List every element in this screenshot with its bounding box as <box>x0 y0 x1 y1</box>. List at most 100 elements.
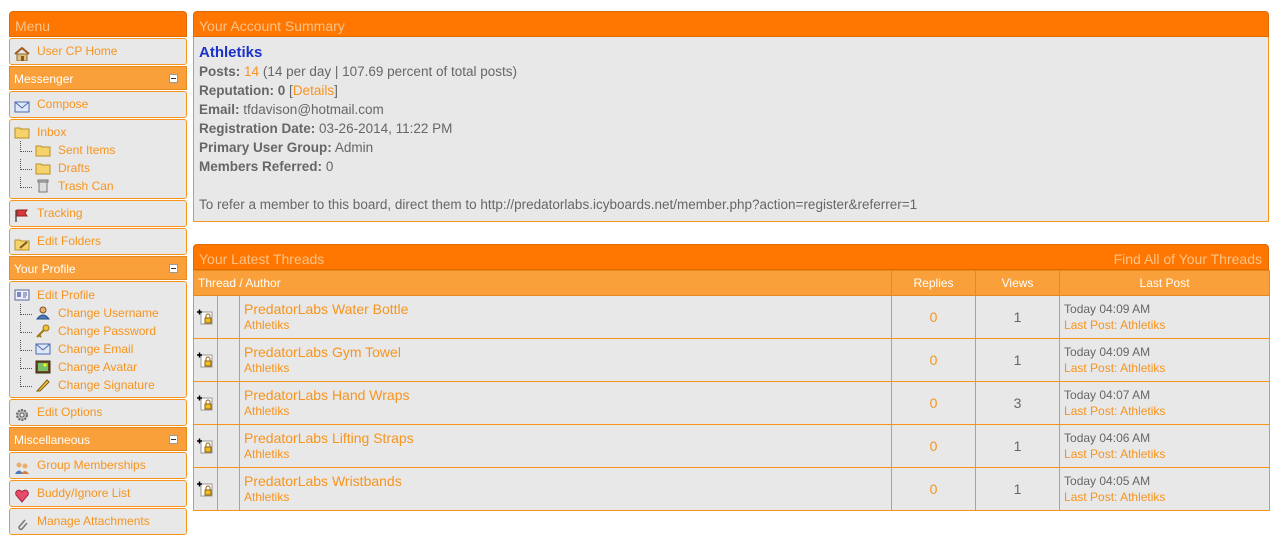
sidebar-item-label[interactable]: Change Email <box>58 340 133 358</box>
thread-author-link[interactable]: Athletiks <box>244 446 890 462</box>
posts-detail: (14 per day | 107.69 percent of total po… <box>262 64 517 79</box>
last-post-link[interactable]: Last Post: Athletiks <box>1064 489 1268 505</box>
thread-title-link[interactable]: PredatorLabs Wristbands <box>244 473 890 489</box>
bracket: ] <box>334 83 338 98</box>
replies-count[interactable]: 0 <box>930 481 938 497</box>
sidebar-item-label[interactable]: Change Avatar <box>58 358 137 376</box>
sidebar-item-tracking[interactable]: Tracking <box>9 200 187 227</box>
find-all-threads-link[interactable]: Find All of Your Threads <box>1114 245 1262 269</box>
locked-thread-icon <box>197 438 213 454</box>
col-last-post[interactable]: Last Post <box>1059 270 1271 296</box>
sidebar-item-change-signature[interactable]: Change Signature <box>10 375 186 394</box>
sidebar-item-label[interactable]: Buddy/Ignore List <box>37 481 130 506</box>
col-thread-author[interactable]: Thread / Author <box>192 270 893 296</box>
sidebar-item-label[interactable]: Inbox <box>37 123 66 141</box>
thread-author-link[interactable]: Athletiks <box>244 403 890 419</box>
last-post-link[interactable]: Last Post: Athletiks <box>1064 403 1268 419</box>
sidebar-item-home[interactable]: User CP Home <box>9 38 187 65</box>
sidebar-item-label[interactable]: Change Signature <box>58 376 155 394</box>
collapse-icon[interactable] <box>169 264 178 273</box>
home-icon <box>14 45 30 61</box>
referred-label: Members Referred: <box>199 159 323 174</box>
sidebar-item-drafts[interactable]: Drafts <box>10 158 186 177</box>
envelope-icon <box>35 342 51 356</box>
sidebar-item-label[interactable]: Manage Attachments <box>37 509 150 534</box>
group-label: Primary User Group: <box>199 140 332 155</box>
sidebar-item-change-password[interactable]: Change Password <box>10 321 186 340</box>
sidebar-item-edit-options[interactable]: Edit Options <box>9 399 187 426</box>
thread-title-link[interactable]: PredatorLabs Water Bottle <box>244 301 890 317</box>
sidebar-item-label[interactable]: Drafts <box>58 159 90 177</box>
last-post-time: Today 04:05 AM <box>1064 474 1151 488</box>
sidebar-item-edit-profile[interactable]: Edit Profile <box>10 286 186 304</box>
sidebar-item-label[interactable]: Sent Items <box>58 141 115 159</box>
sidebar-item-label[interactable]: Group Memberships <box>37 453 146 478</box>
sidebar-item-label[interactable]: Edit Profile <box>37 286 95 304</box>
flag-icon <box>14 207 30 222</box>
thread-author-link[interactable]: Athletiks <box>244 489 890 505</box>
sidebar-item-inbox[interactable]: Inbox <box>10 123 186 141</box>
collapse-icon[interactable] <box>169 435 178 444</box>
thread-author-link[interactable]: Athletiks <box>244 317 890 333</box>
trash-icon <box>35 179 51 193</box>
latest-threads-panel: Your Latest Threads Find All of Your Thr… <box>192 244 1271 511</box>
referral-text: To refer a member to this board, direct … <box>199 197 918 212</box>
sidebar-item-change-email[interactable]: Change Email <box>10 339 186 358</box>
sidebar-item-label[interactable]: Edit Options <box>37 400 102 425</box>
user-icon <box>35 306 51 320</box>
sidebar-item-label[interactable]: User CP Home <box>37 39 117 64</box>
account-summary-panel: Your Account Summary Athletiks Posts: 14… <box>193 11 1269 222</box>
col-views[interactable]: Views <box>975 270 1061 296</box>
sidebar-item-edit-folders[interactable]: Edit Folders <box>9 228 187 255</box>
threads-table: Thread / Author Replies Views Last Post … <box>192 270 1271 511</box>
last-post-link[interactable]: Last Post: Athletiks <box>1064 360 1268 376</box>
replies-count[interactable]: 0 <box>930 309 938 325</box>
menu-title: Menu <box>9 11 187 37</box>
thread-title-link[interactable]: PredatorLabs Hand Wraps <box>244 387 890 403</box>
sidebar-item-change-avatar[interactable]: Change Avatar <box>10 357 186 376</box>
sidebar-item-compose[interactable]: Compose <box>9 91 187 118</box>
group-row: Primary User Group: Admin <box>199 138 1263 157</box>
tree-connector <box>20 140 32 152</box>
last-post-link[interactable]: Last Post: Athletiks <box>1064 446 1268 462</box>
sidebar-item-label[interactable]: Tracking <box>37 201 83 226</box>
sidebar-item-sent[interactable]: Sent Items <box>10 140 186 159</box>
sidebar-item-label[interactable]: Trash Can <box>58 177 114 195</box>
collapse-icon[interactable] <box>169 74 178 83</box>
profile-section-header: Your Profile <box>9 256 187 280</box>
sidebar-item-label[interactable]: Change Username <box>58 304 159 322</box>
sidebar-item-trash[interactable]: Trash Can <box>10 176 186 195</box>
reputation-details-link[interactable]: Details <box>293 83 334 98</box>
replies-count[interactable]: 0 <box>930 438 938 454</box>
thread-title-link[interactable]: PredatorLabs Gym Towel <box>244 344 890 360</box>
table-row: PredatorLabs Wristbands Athletiks 0 1 To… <box>193 467 1271 511</box>
heart-icon <box>14 487 30 503</box>
sidebar-item-label[interactable]: Change Password <box>58 322 156 340</box>
thread-title-link[interactable]: PredatorLabs Lifting Straps <box>244 430 890 446</box>
locked-thread-icon <box>197 395 213 411</box>
regdate-value: 03-26-2014, 11:22 PM <box>319 121 453 136</box>
usercp-sidebar: Menu User CP Home Messenger Compose Inbo… <box>9 11 187 535</box>
reputation-row: Reputation: 0 [Details] <box>199 81 1263 100</box>
sidebar-item-buddy-list[interactable]: Buddy/Ignore List <box>9 480 187 507</box>
replies-count[interactable]: 0 <box>930 395 938 411</box>
thread-author-link[interactable]: Athletiks <box>244 360 890 376</box>
username-link[interactable]: Athletiks <box>199 44 262 61</box>
last-post-link[interactable]: Last Post: Athletiks <box>1064 317 1268 333</box>
posts-row: Posts: 14 (14 per day | 107.69 percent o… <box>199 62 1263 81</box>
sidebar-item-change-username[interactable]: Change Username <box>10 303 186 322</box>
sidebar-item-manage-attachments[interactable]: Manage Attachments <box>9 508 187 535</box>
col-replies[interactable]: Replies <box>891 270 977 296</box>
misc-section-header: Miscellaneous <box>9 427 187 451</box>
replies-count[interactable]: 0 <box>930 352 938 368</box>
reputation-value: 0 <box>277 83 286 98</box>
views-count: 1 <box>975 424 1061 468</box>
sidebar-item-group-memberships[interactable]: Group Memberships <box>9 452 187 479</box>
messenger-section-header: Messenger <box>9 66 187 90</box>
folder-icon <box>35 143 51 157</box>
sidebar-item-label[interactable]: Edit Folders <box>37 229 101 254</box>
views-count: 1 <box>975 467 1061 511</box>
posts-count-link[interactable]: 14 <box>244 64 259 79</box>
thread-status-cell <box>193 467 218 511</box>
sidebar-item-label[interactable]: Compose <box>37 92 88 117</box>
